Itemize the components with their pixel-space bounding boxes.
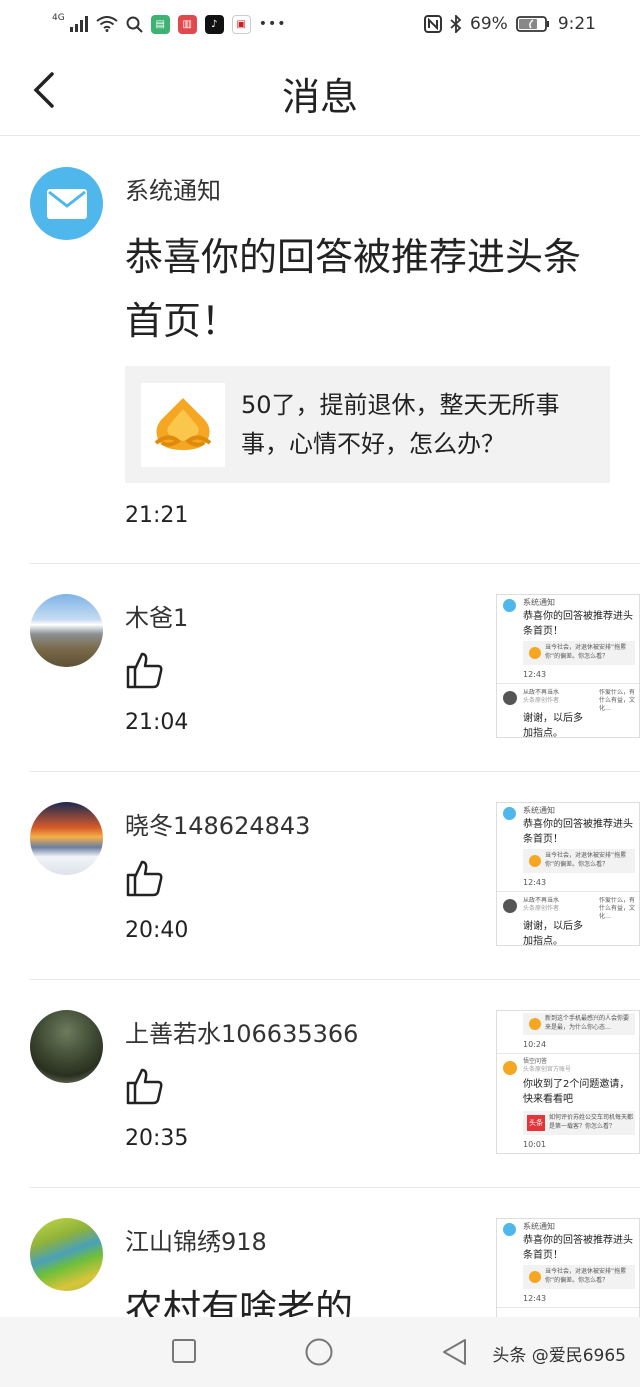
sender-name[interactable]: 木爸1 xyxy=(125,598,188,633)
avatar[interactable] xyxy=(30,594,103,667)
sender-name[interactable]: 上善若水106635366 xyxy=(125,1014,358,1049)
bluetooth-icon xyxy=(450,15,462,33)
battery-icon xyxy=(515,16,549,32)
message-time: 20:40 xyxy=(125,918,189,943)
message-thumbnail[interactable]: 系统通知 恭喜你的回答被推荐进头条首页！ 当今社会，对退休被安排“拖累你”的偏差… xyxy=(496,594,640,738)
search-icon xyxy=(126,16,143,33)
reader-app-icon: ▤ xyxy=(150,14,170,34)
more-notifications-icon: ••• xyxy=(258,16,287,32)
message-thumbnail[interactable]: 系统通知 恭喜你的回答被推荐进头条首页！ 当今社会，对退休被安排“拖累你”的偏差… xyxy=(496,1218,640,1317)
avatar[interactable] xyxy=(30,802,103,875)
book-app-icon: ▥ xyxy=(177,14,197,34)
question-thumbnail xyxy=(141,382,225,467)
list-item[interactable]: 晓冬148624843 20:40 系统通知 恭喜你的回答被推荐进头条首页！ 当… xyxy=(30,772,640,980)
quoted-question-text: 50了，提前退休，整天无所事事，心情不好，怎么办？ xyxy=(241,390,560,458)
network-type: 4G xyxy=(52,13,65,23)
mail-icon xyxy=(30,167,103,240)
tiktok-app-icon: ♪ xyxy=(204,14,224,34)
sender-name[interactable]: 晓冬148624843 xyxy=(125,806,310,841)
thumbs-up-icon xyxy=(126,652,163,689)
thumbs-up-icon xyxy=(126,860,163,897)
news-app-icon: ▣ xyxy=(231,14,251,34)
avatar[interactable] xyxy=(30,1218,103,1291)
message-thumbnail[interactable]: 系统通知 恭喜你的回答被推荐进头条首页！ 当今社会，对退休被安排“拖累你”的偏差… xyxy=(496,802,640,946)
sender-name[interactable]: 江山锦绣918 xyxy=(125,1222,267,1257)
quoted-question-card[interactable]: 50了，提前退休，整天无所事事，心情不好，怎么办？ xyxy=(125,366,610,483)
notice-label: 系统通知 xyxy=(125,177,221,205)
clock: 9:21 xyxy=(557,14,596,34)
message-time: 20:35 xyxy=(125,1126,189,1151)
watermark: 头条 @爱民6965 xyxy=(492,1346,626,1366)
message-preview: 农村有啥老的 xyxy=(125,1287,354,1317)
nav-header: 消息 xyxy=(0,48,640,136)
message-thumbnail[interactable]: 新到这个手机最感兴的人会你要来是最，为什么你心态… 10:24 悟空问答 头条原… xyxy=(496,1010,640,1154)
list-item[interactable]: 木爸1 21:04 系统通知 恭喜你的回答被推荐进头条首页！ 当今社会，对退休被… xyxy=(30,564,640,772)
system-nav-bar: 头条 @爱民6965 xyxy=(0,1317,640,1387)
back-nav-icon[interactable] xyxy=(440,1337,468,1367)
thumbs-up-icon xyxy=(126,1068,163,1105)
recent-apps-icon[interactable] xyxy=(170,1337,198,1365)
battery-percent: 69% xyxy=(470,14,508,34)
notice-message: 恭喜你的回答被推荐进头条首页！ xyxy=(125,235,582,343)
message-list: 系统通知 恭喜你的回答被推荐进头条首页！ 50了，提前退休，整天无所事事，心情不… xyxy=(0,137,640,1317)
list-item[interactable]: 上善若水106635366 20:35 新到这个手机最感兴的人会你要来是最，为什… xyxy=(30,980,640,1188)
avatar[interactable] xyxy=(30,1010,103,1083)
wifi-icon xyxy=(96,16,118,32)
nfc-icon xyxy=(424,15,443,33)
signal-icon xyxy=(69,16,88,32)
status-bar: 4G ▤ ▥ ♪ ▣ ••• 69% 9:21 xyxy=(0,0,640,48)
page-title: 消息 xyxy=(281,75,358,119)
message-time: 21:04 xyxy=(125,710,189,735)
home-icon[interactable] xyxy=(304,1337,334,1367)
notice-time: 21:21 xyxy=(125,503,189,528)
system-notice-item[interactable]: 系统通知 恭喜你的回答被推荐进头条首页！ 50了，提前退休，整天无所事事，心情不… xyxy=(30,137,640,564)
flame-logo-icon xyxy=(154,397,212,450)
list-item[interactable]: 江山锦绣918 农村有啥老的 系统通知 恭喜你的回答被推荐进头条首页！ 当今社会… xyxy=(30,1188,640,1317)
